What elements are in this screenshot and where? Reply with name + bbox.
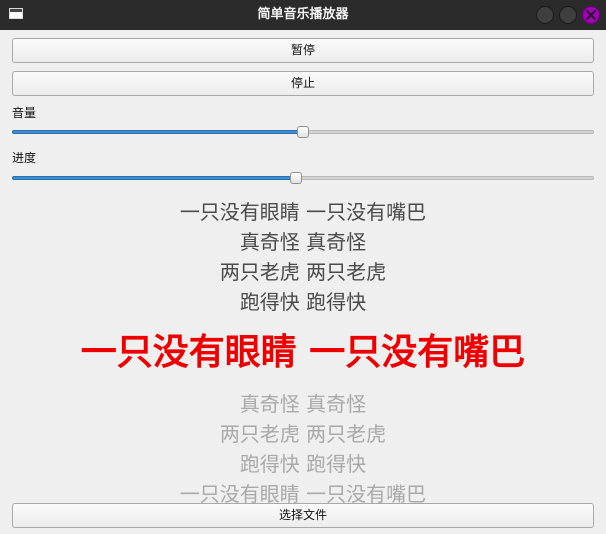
choose-file-button[interactable]: 选择文件: [12, 503, 594, 528]
volume-slider[interactable]: [12, 126, 594, 140]
volume-slider-handle[interactable]: [297, 126, 309, 138]
lyric-line: 真奇怪 真奇怪: [239, 392, 367, 416]
window-title: 简单音乐播放器: [257, 7, 349, 22]
progress-label: 进度: [12, 151, 37, 165]
close-icon: [586, 10, 596, 20]
volume-label: 音量: [12, 106, 37, 120]
lyric-line: 跑得快 跑得快: [239, 452, 367, 476]
title-bar[interactable]: 简单音乐播放器: [0, 0, 606, 30]
stop-button[interactable]: 停止: [12, 71, 594, 96]
lyric-line: 一只没有眼睛 一只没有嘴巴: [179, 200, 427, 224]
lyric-line: 跑得快 跑得快: [239, 290, 367, 314]
close-button[interactable]: [582, 6, 600, 24]
lyric-line: 真奇怪 真奇怪: [239, 230, 367, 254]
volume-slider-fill: [12, 130, 303, 134]
minimize-button[interactable]: [536, 6, 554, 24]
lyrics-panel: 一只没有眼睛 一只没有嘴巴 真奇怪 真奇怪 两只老虎 两只老虎 跑得快 跑得快 …: [0, 197, 606, 509]
pause-button[interactable]: 暂停: [12, 38, 594, 63]
maximize-button[interactable]: [559, 6, 577, 24]
progress-slider-fill: [12, 176, 296, 180]
current-lyric-line: 一只没有眼睛 一只没有嘴巴: [80, 332, 526, 373]
progress-slider-handle[interactable]: [290, 172, 302, 184]
progress-slider[interactable]: [12, 172, 594, 186]
lyric-line: 两只老虎 两只老虎: [219, 422, 387, 446]
lyric-line: 两只老虎 两只老虎: [219, 260, 387, 284]
